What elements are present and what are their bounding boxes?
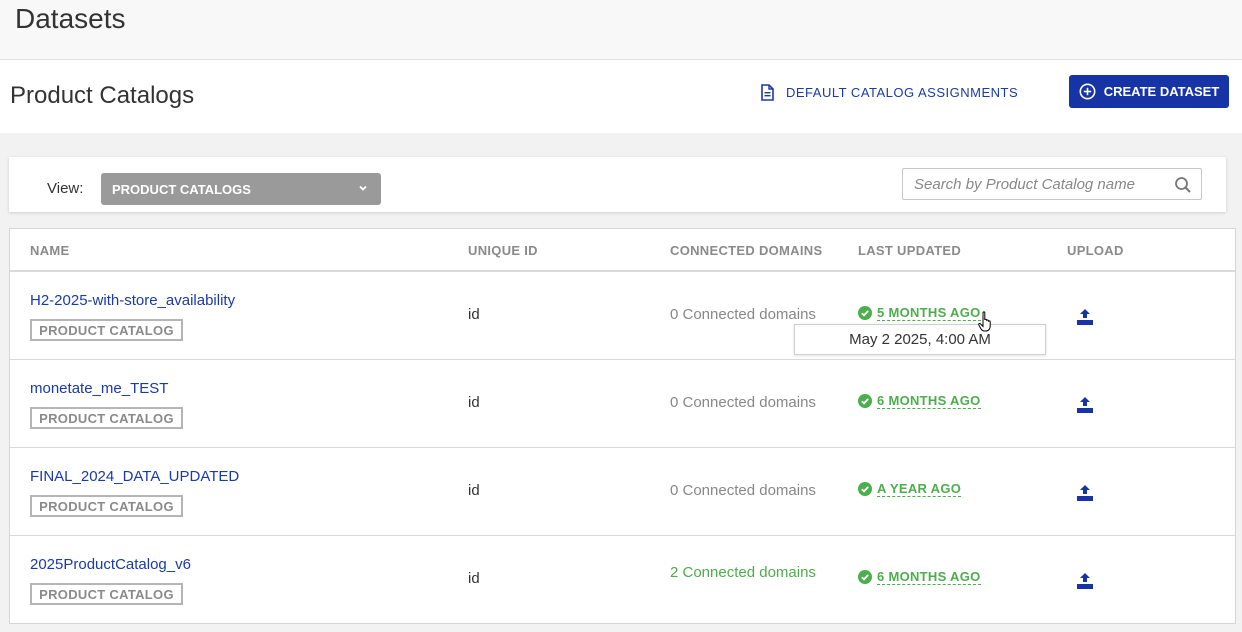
table-row: monetate_me_TEST PRODUCT CATALOG id 0 Co… [10, 360, 1235, 448]
catalog-table: NAME UNIQUE ID CONNECTED DOMAINS LAST UP… [9, 228, 1236, 624]
view-select[interactable]: PRODUCT CATALOGS [101, 173, 381, 205]
catalog-header: Product Catalogs DEFAULT CATALOG ASSIGNM… [0, 60, 1242, 133]
default-catalog-assignments-label: DEFAULT CATALOG ASSIGNMENTS [786, 84, 1019, 100]
column-header-connected-domains[interactable]: CONNECTED DOMAINS [670, 243, 822, 258]
catalog-name-link[interactable]: H2-2025-with-store_availability [30, 292, 235, 309]
table-row: 2025ProductCatalog_v6 PRODUCT CATALOG id… [10, 536, 1235, 624]
upload-icon[interactable] [1076, 572, 1094, 590]
column-header-last-updated[interactable]: LAST UPDATED [858, 243, 961, 258]
default-catalog-assignments-link[interactable]: DEFAULT CATALOG ASSIGNMENTS [760, 82, 1018, 102]
last-updated-tooltip: May 2 2025, 4:00 AM [794, 324, 1046, 355]
column-header-name[interactable]: NAME [30, 243, 69, 258]
column-header-upload: UPLOAD [1067, 243, 1124, 258]
table-header: NAME UNIQUE ID CONNECTED DOMAINS LAST UP… [10, 229, 1235, 272]
catalog-type-badge: PRODUCT CATALOG [30, 583, 183, 605]
last-updated: 6 MONTHS AGO [858, 393, 981, 409]
check-circle-icon [858, 482, 872, 496]
create-dataset-button[interactable]: CREATE DATASET [1069, 75, 1229, 108]
unique-id-value: id [468, 306, 480, 323]
catalog-type-badge: PRODUCT CATALOG [30, 319, 183, 341]
table-row: FINAL_2024_DATA_UPDATED PRODUCT CATALOG … [10, 448, 1235, 536]
last-updated: 5 MONTHS AGO [858, 305, 981, 321]
connected-domains-link[interactable]: 2 Connected domains [670, 564, 816, 581]
last-updated: 6 MONTHS AGO [858, 569, 981, 585]
search-icon[interactable] [1174, 176, 1192, 194]
check-circle-icon [858, 394, 872, 408]
search-box [902, 168, 1202, 200]
last-updated-value[interactable]: 5 MONTHS AGO [877, 305, 981, 321]
upload-icon[interactable] [1076, 308, 1094, 326]
view-select-value: PRODUCT CATALOGS [112, 181, 251, 197]
connected-domains-value: 0 Connected domains [670, 394, 816, 411]
chevron-down-icon [359, 185, 367, 191]
catalog-name-link[interactable]: FINAL_2024_DATA_UPDATED [30, 468, 239, 485]
connected-domains-value: 0 Connected domains [670, 306, 816, 323]
plus-circle-icon [1079, 83, 1096, 100]
upload-icon[interactable] [1076, 484, 1094, 502]
unique-id-value: id [468, 570, 480, 587]
column-header-unique-id[interactable]: UNIQUE ID [468, 243, 538, 258]
hand-cursor-icon [978, 311, 991, 332]
table-row: H2-2025-with-store_availability PRODUCT … [10, 272, 1235, 360]
unique-id-value: id [468, 482, 480, 499]
last-updated-value[interactable]: 6 MONTHS AGO [877, 569, 981, 585]
last-updated-value[interactable]: 6 MONTHS AGO [877, 393, 981, 409]
unique-id-value: id [468, 394, 480, 411]
upload-icon[interactable] [1076, 396, 1094, 414]
top-bar: Datasets [0, 0, 1242, 60]
last-updated: A YEAR AGO [858, 481, 962, 497]
catalog-name-link[interactable]: monetate_me_TEST [30, 380, 168, 397]
search-input[interactable] [903, 169, 1163, 199]
filter-bar: View: PRODUCT CATALOGS [9, 157, 1226, 212]
catalog-type-badge: PRODUCT CATALOG [30, 495, 183, 517]
section-title: Product Catalogs [10, 82, 195, 109]
document-icon [761, 83, 774, 101]
create-dataset-label: CREATE DATASET [1103, 84, 1220, 99]
page-title: Datasets [15, 3, 126, 34]
connected-domains-value: 0 Connected domains [670, 482, 816, 499]
view-label: View: [47, 180, 84, 197]
last-updated-value[interactable]: A YEAR AGO [877, 481, 962, 497]
check-circle-icon [858, 570, 872, 584]
check-circle-icon [858, 306, 872, 320]
catalog-name-link[interactable]: 2025ProductCatalog_v6 [30, 556, 191, 573]
catalog-type-badge: PRODUCT CATALOG [30, 407, 183, 429]
